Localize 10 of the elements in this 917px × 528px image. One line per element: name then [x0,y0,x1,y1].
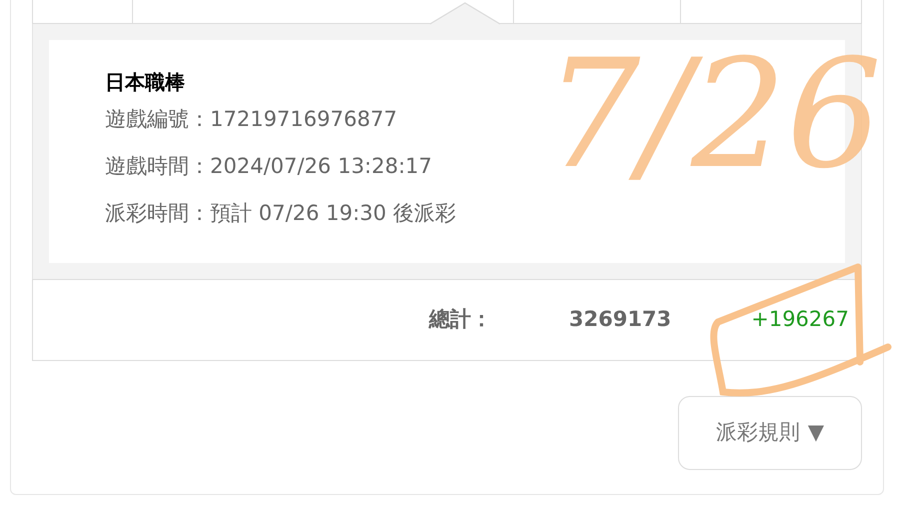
detail-title: 日本職棒 [105,69,186,96]
detail-line: 遊戲編號：17219716976877 [105,106,398,133]
handwritten-note: 7/26 [545,30,882,200]
detail-line: 遊戲時間：2024/07/26 13:28:17 [105,153,434,180]
total-amount: 3269173 [569,306,672,334]
total-label: 總計： [429,306,493,334]
payout-rules-button[interactable]: 派彩規則 ▼ [678,396,862,470]
total-profit: +196267 [751,306,849,334]
detail-line: 派彩時間：預計 07/26 19:30 後派彩 [105,200,458,227]
caret-icon: ▼ [808,417,824,449]
